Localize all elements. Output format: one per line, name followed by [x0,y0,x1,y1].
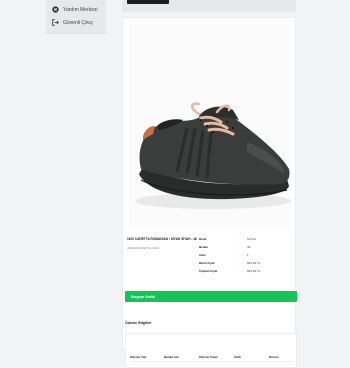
logout-icon [52,19,59,26]
table-divider [130,361,294,362]
close-circle-icon [52,6,59,13]
detail-value: 46 [247,245,251,249]
sidebar: Yardım Merkezi Güvenli Çıkış [46,0,106,34]
detail-label: Beden [199,245,209,249]
detail-separator: : [237,245,238,249]
detail-row-total-price: Toplam Fiyat : 969,00 TL [199,269,260,277]
sidebar-item-help-center[interactable]: Yardım Merkezi [52,6,98,13]
detail-label: Renk [199,237,207,241]
product-image[interactable] [129,24,291,230]
detail-row-unit-price: Birim Fiyat : 969,00 TL [199,261,260,269]
column-header-date: Tarih [234,355,242,359]
order-item-card: 1100 CARETTA ROMANIAN / SİYAH SİYAH - 46… [122,17,297,368]
detail-label: Birim Fiyat [199,261,215,265]
detail-value: 969,00 TL [247,261,261,265]
top-bar [122,0,296,12]
product-code: 40000ACARETTA-0166 [127,246,159,250]
payment-table: Ödeme Tipi Banka Adı Ödeme Tutarı Tarih … [125,333,297,368]
payment-section-title: Ödeme Bilgileri [125,321,152,325]
column-header-bank-name: Banka Adı [164,355,179,359]
detail-row-quantity: Adet : 1 [199,253,249,261]
detail-separator: : [237,261,238,265]
shipping-status-banner: Kargoya Verildi [125,291,297,302]
detail-separator: : [237,237,238,241]
detail-separator: : [237,269,238,273]
sidebar-item-logout[interactable]: Güvenli Çıkış [52,19,93,26]
detail-value: 969,00 TL [247,269,261,273]
detail-row-size: Beden : 46 [199,245,250,253]
column-header-status: Durum [269,355,279,359]
sidebar-item-label: Yardım Merkezi [63,6,98,13]
detail-value: SİYAH [247,237,256,241]
column-header-amount: Ödeme Tutarı [199,355,219,359]
sidebar-item-label: Güvenli Çıkış [63,19,93,26]
detail-row-color: Renk : SİYAH [199,237,256,245]
detail-label: Adet [199,253,206,257]
product-name: 1100 CARETTA ROMANIAN / SİYAH SİYAH - 46 [127,237,197,241]
detail-label: Toplam Fiyat [199,269,218,273]
detail-value: 1 [247,253,249,257]
detail-separator: : [237,253,238,257]
top-action-button[interactable] [127,0,169,4]
column-header-payment-type: Ödeme Tipi [130,355,147,359]
